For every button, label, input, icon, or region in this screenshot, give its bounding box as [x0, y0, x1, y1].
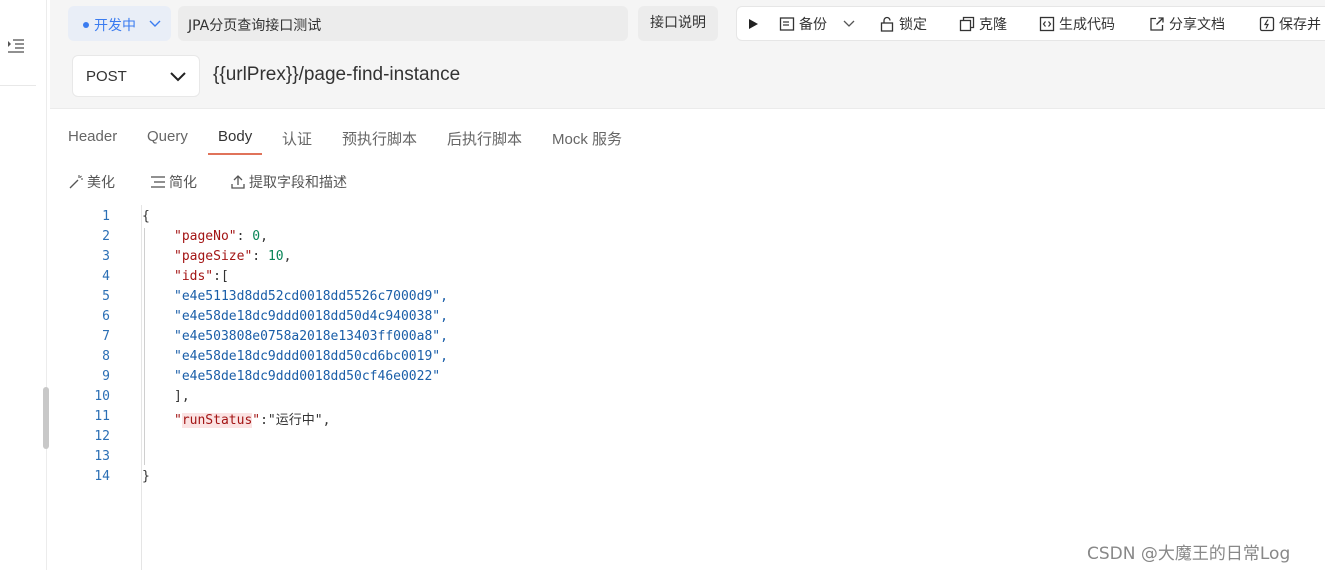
line-number: 10	[94, 389, 110, 404]
list-icon	[151, 176, 165, 188]
code-line: "e4e58de18dc9ddd0018dd50d4c940038",	[174, 309, 448, 324]
tab-post-script[interactable]: 后执行脚本	[447, 128, 522, 149]
clone-button[interactable]: 克隆	[959, 7, 1007, 40]
magic-wand-icon	[69, 175, 83, 189]
code-line: "pageNo": 0,	[174, 229, 268, 244]
line-number: 12	[94, 429, 110, 444]
simplify-button[interactable]: 简化	[150, 172, 197, 192]
tab-pre-script[interactable]: 预执行脚本	[342, 128, 417, 149]
error-highlight: runStatus	[181, 413, 253, 428]
line-number: 9	[102, 369, 110, 384]
clone-label: 克隆	[979, 16, 1007, 33]
save-icon	[1259, 16, 1275, 31]
run-button[interactable]	[747, 7, 763, 40]
share-doc-label: 分享文档	[1169, 16, 1225, 33]
extract-fields-label: 提取字段和描述	[249, 175, 347, 191]
editor-gutter-border	[141, 205, 142, 570]
api-name-input[interactable]: JPA分页查询接口测试	[178, 6, 628, 41]
code-line: "pageSize": 10,	[174, 249, 292, 264]
status-dot	[83, 22, 89, 28]
panel-divider	[46, 0, 47, 570]
tab-auth[interactable]: 认证	[282, 128, 312, 149]
http-method-value: POST	[86, 68, 127, 85]
watermark: CSDN @大魔王的日常Log	[1087, 544, 1291, 564]
chevron-down-icon	[170, 72, 186, 82]
code-line: "e4e503808e0758a2018e13403ff000a8",	[174, 329, 448, 344]
simplify-label: 简化	[169, 175, 197, 191]
line-number: 5	[102, 289, 110, 304]
left-rail	[0, 0, 36, 570]
line-number: 3	[102, 249, 110, 264]
code-line: "e4e5113d8dd52cd0018dd5526c7000d9",	[174, 289, 448, 304]
code-line: ],	[174, 389, 190, 404]
tab-mock-service[interactable]: Mock 服务	[552, 128, 622, 149]
status-label: 开发中	[94, 18, 136, 34]
beautify-label: 美化	[87, 175, 115, 191]
line-number: 8	[102, 349, 110, 364]
api-doc-button[interactable]: 接口说明	[638, 6, 718, 41]
request-url-input[interactable]: {{urlPrex}}/page-find-instance	[213, 64, 460, 86]
code-line: "runStatus":"运行中",	[174, 413, 331, 428]
save-label: 保存并	[1279, 16, 1321, 33]
play-icon	[749, 18, 758, 29]
line-number: 13	[94, 449, 110, 464]
line-number: 6	[102, 309, 110, 324]
tab-body[interactable]: Body	[218, 128, 252, 145]
chevron-down-icon	[843, 20, 855, 27]
generate-code-button[interactable]: 生成代码	[1039, 7, 1115, 40]
backup-dropdown-button[interactable]	[843, 7, 859, 40]
chevron-down-icon	[149, 20, 161, 27]
beautify-button[interactable]: 美化	[68, 172, 115, 192]
panel-resize-handle[interactable]	[43, 387, 49, 449]
action-toolbar: 备份 锁定 克隆 生成代码 分享文档 保存并	[736, 6, 1325, 41]
lock-label: 锁定	[899, 16, 927, 33]
line-number: 2	[102, 229, 110, 244]
active-tab-indicator	[208, 153, 262, 155]
collapse-sidebar-icon[interactable]	[7, 39, 25, 53]
code-line: {	[142, 209, 150, 224]
generate-code-label: 生成代码	[1059, 16, 1115, 33]
save-button[interactable]: 保存并	[1259, 7, 1321, 40]
rail-divider	[0, 85, 36, 86]
tab-header[interactable]: Header	[68, 128, 117, 145]
code-line: "e4e58de18dc9ddd0018dd50cf46e0022"	[174, 369, 441, 384]
lock-button[interactable]: 锁定	[879, 7, 927, 40]
backup-button[interactable]: 备份	[779, 7, 827, 40]
code-line: }	[142, 469, 150, 484]
line-number: 1	[102, 209, 110, 224]
extract-fields-button[interactable]: 提取字段和描述	[230, 172, 347, 192]
line-number: 7	[102, 329, 110, 344]
status-dropdown[interactable]: 开发中	[68, 6, 171, 41]
code-line: "ids":[	[174, 269, 229, 284]
line-number: 14	[94, 469, 110, 484]
header-divider	[50, 108, 1325, 109]
backup-label: 备份	[799, 16, 827, 33]
http-method-select[interactable]: POST	[72, 55, 200, 97]
tab-query[interactable]: Query	[147, 128, 188, 145]
indent-guide	[144, 228, 145, 465]
copy-icon	[959, 16, 975, 31]
code-icon	[1039, 16, 1055, 31]
line-number: 11	[94, 409, 110, 424]
upload-icon	[231, 175, 245, 189]
lock-icon	[880, 16, 894, 32]
line-number: 4	[102, 269, 110, 284]
share-doc-button[interactable]: 分享文档	[1149, 7, 1225, 40]
share-icon	[1150, 16, 1164, 31]
code-line: "e4e58de18dc9ddd0018dd50cd6bc0019",	[174, 349, 448, 364]
backup-icon	[779, 16, 795, 31]
